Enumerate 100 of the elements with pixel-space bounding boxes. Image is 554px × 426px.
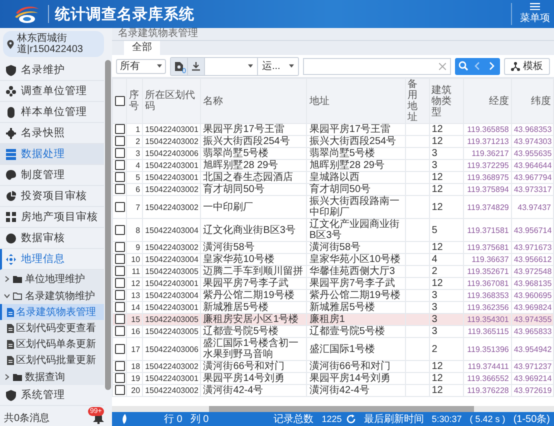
menu-icon[interactable]	[530, 3, 540, 10]
table-cell: 12	[432, 242, 443, 253]
checkbox[interactable]	[115, 136, 125, 146]
table-cell: 119.376228	[467, 386, 509, 395]
checkbox[interactable]	[115, 242, 125, 252]
checkbox[interactable]	[115, 266, 125, 276]
table-cell: 7	[136, 202, 140, 212]
file-icon	[7, 324, 14, 332]
checkbox[interactable]	[115, 278, 125, 288]
search-icon[interactable]	[458, 61, 469, 71]
table-cell: 150422403001	[145, 374, 198, 383]
table-row[interactable]: 3 150422403006 翡翠尚墅5号楼 翡翠尚墅5号楼 3 119.36217 43.955635	[112, 148, 554, 160]
sidebar-item[interactable]: 房地产项目审核	[0, 207, 104, 228]
sidebar-item[interactable]: 数据处理	[0, 144, 104, 165]
checkbox[interactable]	[115, 361, 125, 372]
table-row[interactable]: 13 150422403004 紫丹公馆二期19号楼 紫丹公馆二期19号楼 3 119.368353 43.960695	[112, 290, 554, 302]
checkbox[interactable]	[115, 302, 125, 312]
sidebar-item[interactable]: 制度管理	[0, 165, 104, 186]
checkbox[interactable]	[115, 148, 125, 158]
table-cell: 150422403002	[145, 202, 198, 212]
table-cell: 潢河街42-4号	[203, 385, 264, 396]
scope-select[interactable]: 所有	[116, 58, 166, 74]
table-row[interactable]: 7 150422403002 一中印刷厂 振兴大街西段路南一中印刷厂 12 119.374829 43.97437	[112, 196, 554, 218]
table-row[interactable]: 8 150422403004 辽文化商业街B区3号 辽文化产业园商业街B区3号 5 119.371581 43.956714	[112, 218, 554, 242]
table-row[interactable]: 18 150422403002 潢河街66号和对门 潢河街66号和对门 12 119.374411 43.971237	[112, 360, 554, 372]
table-cell: 43.972548	[514, 267, 552, 276]
checkbox[interactable]	[115, 124, 125, 134]
breadcrumb[interactable]: 名录建筑物表管理	[118, 29, 198, 39]
checkbox[interactable]	[115, 373, 125, 384]
table-cell: 16	[131, 327, 140, 336]
file-icon	[7, 356, 14, 364]
table-cell: 150422403002	[145, 243, 198, 252]
sidebar-item[interactable]: 数据审核	[0, 228, 104, 249]
checkbox[interactable]	[115, 96, 125, 106]
table-cell: 12	[432, 278, 443, 289]
table-cell: 43.956714	[514, 226, 552, 234]
table-cell: 辽文化产业园商业街B区3号	[309, 219, 400, 241]
checkbox[interactable]	[115, 344, 125, 354]
checkbox[interactable]	[115, 184, 125, 194]
table-cell: 12	[432, 202, 443, 212]
location-field[interactable]: 林东西城街道|r150422403	[3, 31, 104, 57]
table-row[interactable]: 6 150422403002 育才胡同50号 育才胡同50号 12 119.375894 43.973317	[112, 184, 554, 196]
table-row[interactable]: 19 150422403001 果园平房14号刘勇 果园平房14号刘勇 12 119.366552 43.969214	[112, 372, 554, 384]
tree-item[interactable]: 区划代码单条更新	[0, 336, 104, 352]
table-row[interactable]: 5 150422403001 北国之春生态园酒店 皇城路以西 12 119.368975 43.967794	[112, 172, 554, 184]
checkbox[interactable]	[115, 160, 125, 170]
checkbox[interactable]	[115, 385, 125, 396]
table-row[interactable]: 16 150422403005 辽都壹号院5号楼 辽都壹号院5号楼 3 119.365115 43.965833	[112, 326, 554, 338]
sidebar-item[interactable]: 调查单位管理	[0, 81, 104, 102]
checkbox[interactable]	[115, 314, 125, 324]
table-cell: 43.964644	[514, 161, 552, 170]
sidebar-item[interactable]: 系统管理	[0, 385, 104, 406]
table-cell: 3	[432, 326, 438, 337]
checkbox[interactable]	[115, 254, 125, 264]
sidebar-item[interactable]: 名录维护	[0, 60, 104, 81]
checkbox[interactable]	[115, 326, 125, 336]
search-field[interactable]	[303, 58, 451, 74]
scrollbar[interactable]	[105, 60, 111, 390]
horizontal-scrollbar[interactable]	[112, 406, 554, 412]
menu-label[interactable]: 菜单项	[520, 11, 550, 25]
table-cell: 新城雅居5号楼	[309, 302, 375, 313]
tree-folder[interactable]: 数据查询	[0, 368, 104, 385]
sidebar-item[interactable]: 投资项目审核	[0, 186, 104, 207]
table-cell: 119.372295	[467, 161, 509, 170]
table-cell: 1	[136, 125, 140, 134]
checkbox[interactable]	[115, 202, 125, 212]
tree-item[interactable]: 名录建筑物表管理	[0, 304, 104, 320]
table-cell: 迈腾二手车到顺川留拼	[203, 266, 304, 277]
tree-folder[interactable]: 名录建筑物维护	[0, 287, 104, 304]
checkbox[interactable]	[115, 172, 125, 182]
table-row[interactable]: 4 150422403001 旭晖别墅28 29号 旭晖别墅28 29号 3 119.372295 43.964644	[112, 160, 554, 172]
folder-icon	[13, 372, 22, 380]
table-cell: 150422403001	[145, 279, 198, 288]
table-cell: 150422403002	[145, 137, 198, 146]
checkbox[interactable]	[115, 290, 125, 300]
table-row[interactable]: 2 150422403002 振兴大街西段254号 振兴大街西段254号 12 119.371213 43.974303	[112, 136, 554, 148]
table-row[interactable]: 12 150422403001 果园平房7号李子武 果园平房7号李子武 12 119.367081 43.968135	[112, 278, 554, 290]
sidebar-item[interactable]: 样本单位管理	[0, 102, 104, 123]
table-row[interactable]: 15 150422403005 廉租房安居小区1号楼 廉租房1 3 119.354301 43.974355	[112, 314, 554, 326]
checkbox[interactable]	[115, 224, 125, 235]
table-cell: 皇家华苑10号楼	[203, 254, 274, 265]
refresh-time: 5:30:37	[432, 414, 462, 424]
tree-folder[interactable]: 单位地理维护	[0, 270, 104, 287]
table-cell: 潢河街66号和对门	[203, 361, 284, 372]
refresh-icon[interactable]	[346, 414, 356, 424]
table-row[interactable]: 10 150422403004 皇家华苑10号楼 皇家华苑小区10号楼 4 119.36637 43.956612	[112, 254, 554, 266]
table-cell: 3	[432, 160, 438, 171]
table-row[interactable]: 1 150422403001 果园平房17号王雷 果园平房17号王雷 12 119.365858 43.968353	[112, 124, 554, 136]
total-count: 1225	[322, 414, 342, 424]
tree-item[interactable]: 区划代码批量更新	[0, 352, 104, 368]
tab[interactable]: 全部	[124, 41, 160, 55]
table-cell: 4	[432, 254, 438, 265]
table-row[interactable]: 20 150422403002 潢河街42-4号 潢河街42-4号 12 119.376228 43.972619	[112, 384, 554, 396]
table-cell: 119.368353	[467, 291, 509, 300]
table-row[interactable]: 11 150422403005 迈腾二手车到顺川留拼 华馨佳苑西侧大厅3 2 119.352671 43.972548	[112, 266, 554, 278]
table-row[interactable]: 9 150422403002 潢河街58号 潢河街58号 12 119.375681 43.971673	[112, 242, 554, 254]
template-button[interactable]: 模板	[504, 58, 550, 74]
table-cell: 20	[131, 386, 140, 395]
tree-item[interactable]: 区划代码变更查看	[0, 320, 104, 336]
app-title: 统计调查名录库系统	[55, 4, 194, 24]
